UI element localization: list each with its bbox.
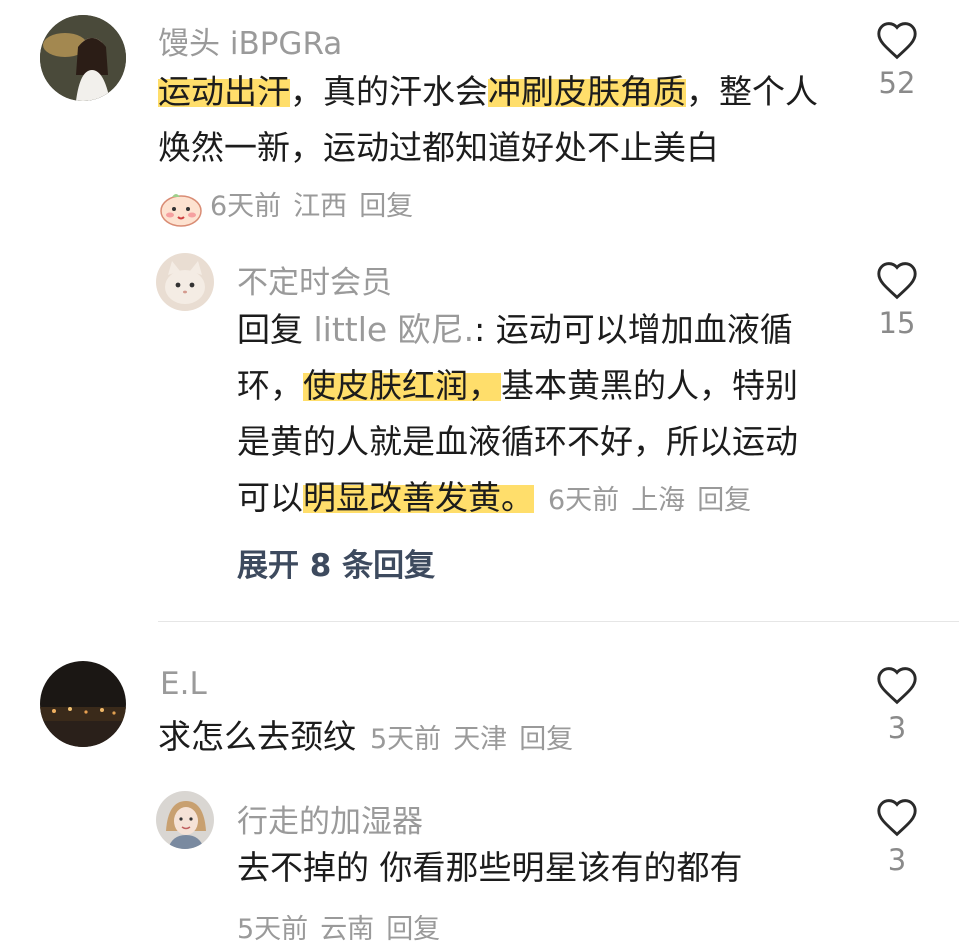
comment-meta: 5天前 天津 回复 xyxy=(370,724,573,755)
reply-content: 去不掉的 你看那些明星该有的都有 xyxy=(237,848,743,887)
divider xyxy=(158,621,959,622)
like-count: 15 xyxy=(878,306,916,340)
reply-meta: 6天前 上海 回复 xyxy=(548,485,751,516)
comment-time: 6天前 xyxy=(210,191,282,222)
like-button[interactable]: 52 xyxy=(867,20,927,100)
heart-outline-icon xyxy=(877,22,917,60)
reply-time: 6天前 xyxy=(548,485,620,516)
reply-location: 云南 xyxy=(320,914,375,945)
comment-location: 天津 xyxy=(453,724,508,755)
avatar[interactable] xyxy=(156,791,214,849)
reply-username[interactable]: 行走的加湿器 xyxy=(237,796,423,841)
avatar-cat-icon xyxy=(156,253,214,311)
avatar[interactable] xyxy=(40,661,126,747)
reply-time: 5天前 xyxy=(237,914,309,945)
heart-outline-icon xyxy=(877,262,917,300)
comment-content: 运动出汗，真的汗水会冲刷皮肤角质，整个人焕然一新，运动过都知道好处不止美白 xyxy=(158,72,818,167)
cute-face-sticker-icon xyxy=(160,193,202,227)
reply-button[interactable]: 回复 xyxy=(697,485,751,516)
comment-time: 5天前 xyxy=(370,724,442,755)
reply-button[interactable]: 回复 xyxy=(386,914,440,945)
comment-content: 求怎么去颈纹 5天前 天津 回复 xyxy=(158,717,574,756)
comment-username[interactable]: 馒头 iBPGRa xyxy=(158,18,342,63)
comment-meta: 6天前 江西 回复 xyxy=(158,184,413,227)
avatar-photo-icon xyxy=(40,15,126,101)
highlight-text: 使皮肤红润， xyxy=(303,366,501,405)
avatar[interactable] xyxy=(40,15,126,101)
like-button[interactable]: 3 xyxy=(867,665,927,745)
comment-username[interactable]: E.L xyxy=(160,666,207,702)
reply-target-user[interactable]: little 欧尼. xyxy=(314,310,475,349)
comment-location: 江西 xyxy=(293,191,348,222)
avatar[interactable] xyxy=(156,253,214,311)
reply-username[interactable]: 不定时会员 xyxy=(237,257,392,302)
heart-outline-icon xyxy=(877,667,917,705)
reply-location: 上海 xyxy=(631,485,686,516)
like-count: 52 xyxy=(878,66,916,100)
avatar-girl-icon xyxy=(156,791,214,849)
reply-content: 回复 little 欧尼.: 运动可以增加血液循环，使皮肤红润，基本黄黑的人，特… xyxy=(237,310,798,517)
like-button[interactable]: 3 xyxy=(867,797,927,877)
expand-replies-button[interactable]: 展开 8 条回复 xyxy=(237,540,435,585)
like-count: 3 xyxy=(887,843,907,877)
reply-button[interactable]: 回复 xyxy=(519,724,573,755)
highlight-text: 明显改善发黄。 xyxy=(303,478,534,517)
highlight-text: 运动出汗 xyxy=(158,72,290,111)
reply-meta: 5天前 云南 回复 xyxy=(237,907,440,946)
like-count: 3 xyxy=(887,711,907,745)
avatar-night-city-icon xyxy=(40,661,126,747)
heart-outline-icon xyxy=(877,799,917,837)
reply-button[interactable]: 回复 xyxy=(359,191,413,222)
like-button[interactable]: 15 xyxy=(867,260,927,340)
highlight-text: 冲刷皮肤角质 xyxy=(488,72,686,111)
